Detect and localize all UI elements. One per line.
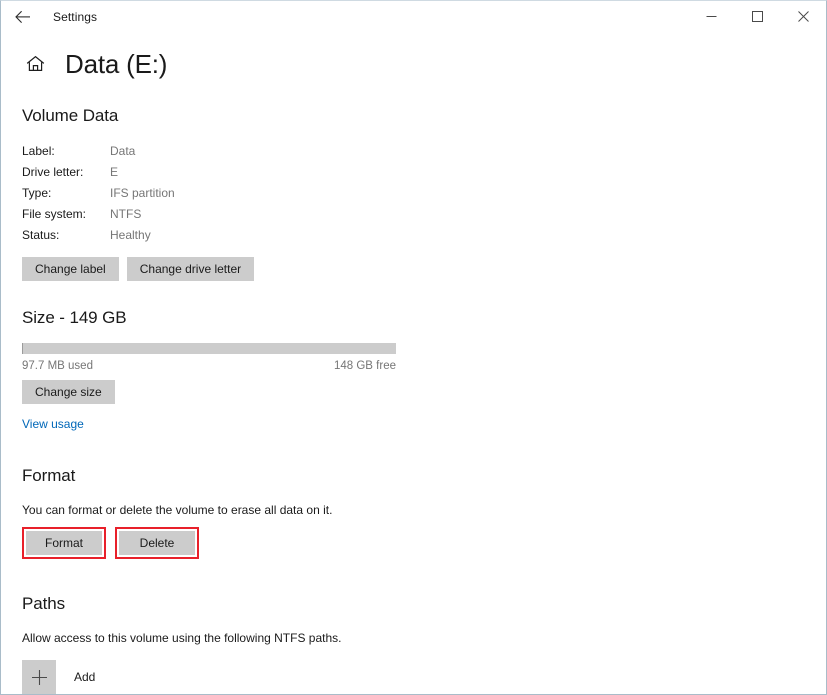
size-section: Size - 149 GB 97.7 MB used 148 GB free C…	[22, 308, 826, 433]
volume-data-section: Volume Data Label: Data Drive letter: E …	[22, 106, 826, 281]
format-button-highlight: Format	[22, 527, 106, 559]
paths-section: Paths Allow access to this volume using …	[22, 594, 826, 694]
format-button[interactable]: Format	[26, 531, 102, 555]
row-value: E	[110, 165, 119, 179]
minimize-button[interactable]	[688, 1, 734, 32]
capacity-bar	[22, 343, 396, 354]
table-row: Label: Data	[22, 144, 175, 165]
format-description: You can format or delete the volume to e…	[22, 503, 333, 517]
change-drive-letter-button[interactable]: Change drive letter	[126, 257, 255, 281]
change-size-button[interactable]: Change size	[22, 380, 115, 404]
page-header: Data (E:)	[22, 47, 826, 81]
row-key: Status:	[22, 228, 60, 242]
page-content: Data (E:) Volume Data Label: Data Drive …	[1, 47, 826, 694]
volume-data-table: Label: Data Drive letter: E Type: IFS pa…	[22, 144, 175, 249]
plus-icon[interactable]	[22, 660, 56, 694]
maximize-button[interactable]	[734, 1, 780, 32]
table-row: File system: NTFS	[22, 207, 175, 228]
delete-button[interactable]: Delete	[119, 531, 195, 555]
row-key: Label:	[22, 144, 55, 158]
paths-heading: Paths	[22, 594, 65, 613]
volume-data-buttons: Change label Change drive letter	[22, 257, 826, 281]
window-caption-buttons	[688, 1, 826, 33]
change-label-button[interactable]: Change label	[22, 257, 119, 281]
close-button[interactable]	[780, 1, 826, 32]
row-key: Drive letter:	[22, 165, 84, 179]
table-row: Type: IFS partition	[22, 186, 175, 207]
page-title: Data (E:)	[65, 49, 168, 79]
table-row: Status: Healthy	[22, 228, 175, 249]
row-key: File system:	[22, 207, 87, 221]
format-section: Format You can format or delete the volu…	[22, 466, 826, 559]
settings-window: Settings Data (E:) Volume Data Label: Da…	[0, 0, 827, 695]
capacity-labels: 97.7 MB used 148 GB free	[22, 360, 396, 372]
row-value: Healthy	[110, 228, 151, 242]
free-label: 148 GB free	[333, 360, 396, 372]
back-button[interactable]	[1, 2, 45, 32]
used-label: 97.7 MB used	[22, 360, 93, 372]
row-key: Type:	[22, 186, 52, 200]
format-buttons: Format Delete	[22, 527, 826, 559]
row-value: Data	[110, 144, 136, 158]
table-row: Drive letter: E	[22, 165, 175, 186]
view-usage-link[interactable]: View usage	[22, 417, 84, 431]
add-path-row[interactable]: Add	[22, 660, 826, 694]
volume-data-heading: Volume Data	[22, 106, 119, 125]
row-value: IFS partition	[110, 186, 175, 200]
delete-button-highlight: Delete	[115, 527, 199, 559]
title-bar: Settings	[1, 1, 826, 33]
format-heading: Format	[22, 466, 76, 485]
size-buttons: Change size	[22, 380, 826, 404]
add-path-label: Add	[74, 670, 96, 684]
size-heading: Size - 149 GB	[22, 308, 127, 327]
home-icon[interactable]	[23, 52, 47, 76]
row-value: NTFS	[110, 207, 142, 221]
paths-description: Allow access to this volume using the fo…	[22, 631, 342, 645]
app-title: Settings	[53, 10, 98, 24]
